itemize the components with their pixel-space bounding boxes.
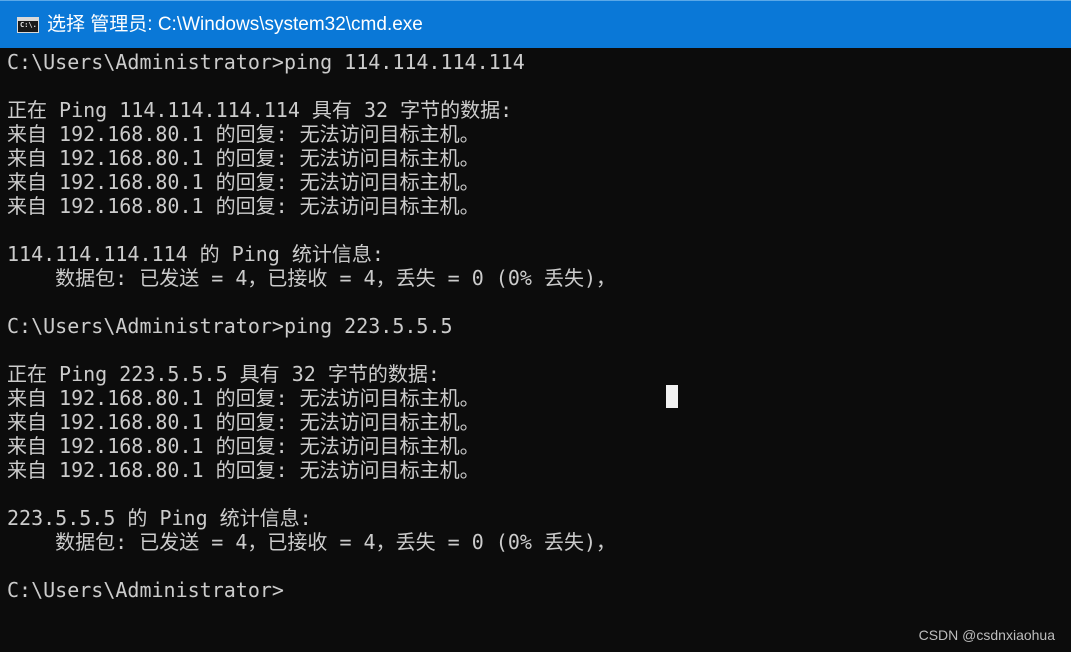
console-line: 来自 192.168.80.1 的回复: 无法访问目标主机。 (7, 410, 480, 434)
console-line: 正在 Ping 114.114.114.114 具有 32 字节的数据: (7, 98, 513, 122)
console-line: C:\Users\Administrator> (7, 578, 284, 602)
console-line: C:\Users\Administrator>ping 223.5.5.5 (7, 314, 453, 338)
console-line: 来自 192.168.80.1 的回复: 无法访问目标主机。 (7, 458, 480, 482)
console-line: 来自 192.168.80.1 的回复: 无法访问目标主机。 (7, 170, 480, 194)
console-line: 数据包: 已发送 = 4，已接收 = 4，丢失 = 0 (0% 丢失)， (7, 266, 616, 290)
console-line: 来自 192.168.80.1 的回复: 无法访问目标主机。 (7, 434, 480, 458)
console-line: 来自 192.168.80.1 的回复: 无法访问目标主机。 (7, 386, 480, 410)
cmd-icon[interactable]: C:\. (17, 17, 39, 33)
console-line: 来自 192.168.80.1 的回复: 无法访问目标主机。 (7, 194, 480, 218)
console-line: C:\Users\Administrator>ping 114.114.114.… (7, 50, 525, 74)
cmd-window: C:\. 选择 管理员: C:\Windows\system32\cmd.exe… (0, 0, 1071, 652)
watermark: CSDN @csdnxiaohua (918, 627, 1055, 643)
console-line: 114.114.114.114 的 Ping 统计信息: (7, 242, 384, 266)
console-line: 正在 Ping 223.5.5.5 具有 32 字节的数据: (7, 362, 440, 386)
selection-cursor (666, 385, 678, 408)
title-bar[interactable]: C:\. 选择 管理员: C:\Windows\system32\cmd.exe (0, 0, 1071, 48)
console-line: 数据包: 已发送 = 4，已接收 = 4，丢失 = 0 (0% 丢失)， (7, 530, 616, 554)
console-output[interactable]: C:\Users\Administrator>ping 114.114.114.… (0, 48, 1071, 652)
console-line: 223.5.5.5 的 Ping 统计信息: (7, 506, 312, 530)
window-title: 选择 管理员: C:\Windows\system32\cmd.exe (47, 14, 423, 35)
console-line: 来自 192.168.80.1 的回复: 无法访问目标主机。 (7, 146, 480, 170)
cmd-icon-text: C:\. (20, 21, 37, 29)
console-line: 来自 192.168.80.1 的回复: 无法访问目标主机。 (7, 122, 480, 146)
